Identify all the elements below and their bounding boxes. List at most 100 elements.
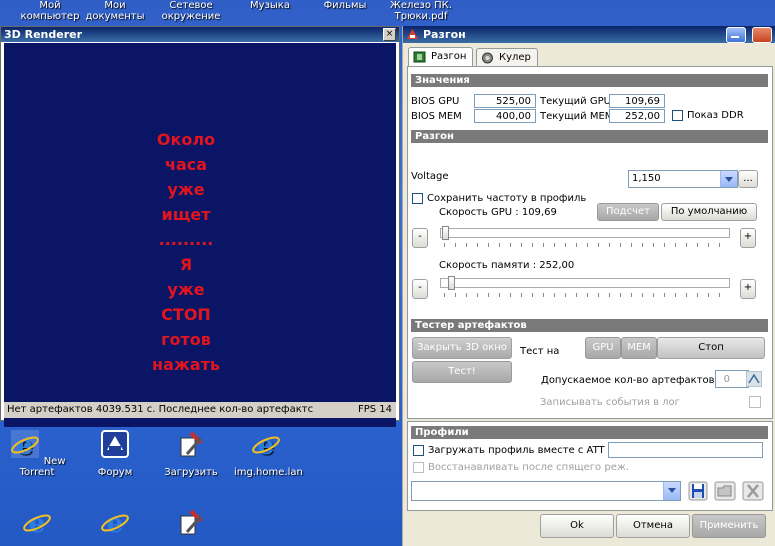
desktop-icon-img-home[interactable]: e img.home.lan (234, 428, 303, 478)
fan-icon (482, 52, 493, 64)
mem-slider-thumb[interactable] (447, 276, 455, 290)
overclock-title: Разгон (423, 28, 466, 41)
show-ddr-checkbox[interactable] (672, 110, 683, 121)
close-button[interactable] (752, 27, 772, 43)
save-freq-label: Сохранить частоту в профиль (427, 193, 587, 204)
gpu-test-button[interactable]: GPU (585, 337, 621, 359)
current-gpu-value[interactable]: 109,69 (609, 94, 665, 108)
tab-cooler[interactable]: Кулер (476, 48, 538, 67)
ok-button[interactable]: Ok (540, 514, 614, 538)
message-line: СТОП (161, 305, 211, 324)
desktop-icon-label: Фильмы (323, 0, 367, 11)
svg-text:e: e (107, 509, 124, 538)
default-button[interactable]: По умолчанию (661, 203, 757, 221)
message-line: часа (164, 155, 208, 174)
message-line: ......... (158, 230, 214, 249)
profile-select[interactable] (411, 481, 681, 501)
mem-speed-label: Скорость памяти : 252,00 (439, 260, 575, 271)
mem-minus-button[interactable]: - (412, 279, 428, 299)
allowed-artifacts-input[interactable]: 0 (715, 370, 749, 388)
desktop-icon-label: Железо ПК. Трюки.pdf (390, 0, 452, 22)
desktop-icon-network[interactable]: Сетевое окружение (158, 0, 224, 22)
bios-gpu-value[interactable]: 525,00 (474, 94, 536, 108)
desktop-icon-upload[interactable]: Загрузить (159, 428, 223, 478)
values-header: Значения (411, 74, 768, 87)
ie-icon: e (10, 430, 39, 461)
desktop-icon-label: Форум (97, 467, 133, 478)
voltage-value: 1,150 (632, 173, 661, 184)
renderer-status-bar: Нет артефактов 4039.531 с. Последнее кол… (4, 402, 396, 418)
desktop-icon-movies[interactable]: Фильмы (315, 0, 375, 11)
mem-slider-track[interactable] (440, 278, 730, 288)
desktop-icon-my-computer[interactable]: Мой компьютер (20, 0, 80, 22)
restore-label: Восстанавливать после спящего реж. (428, 462, 630, 473)
profiles-header: Профили (411, 426, 768, 439)
desktop-icon-new-torrent[interactable]: e New Torrent (5, 428, 69, 478)
load-profile-input[interactable] (608, 442, 763, 458)
render-message: Около часа уже ищет ......... Я уже СТОП… (4, 127, 368, 377)
load-profile-checkbox[interactable] (413, 445, 424, 456)
close-3d-button[interactable]: Закрыть 3D окно (412, 337, 512, 359)
current-mem-value[interactable]: 252,00 (609, 109, 665, 123)
allowed-artifacts-label: Допускаемое кол-во артефактов (541, 375, 715, 386)
render-canvas: Около часа уже ищет ......... Я уже СТОП… (4, 43, 396, 427)
ati-icon (407, 29, 418, 39)
chevron-down-icon (663, 482, 680, 500)
spinner-icon[interactable] (746, 371, 762, 387)
overclock-panel: Значения BIOS GPU 525,00 BIOS MEM 400,00… (407, 66, 773, 419)
tab-overclock[interactable]: Разгон (408, 47, 474, 67)
forum-icon (101, 430, 129, 458)
restore-checkbox[interactable] (413, 462, 424, 473)
ie-icon[interactable]: e (99, 506, 131, 538)
gpu-speed-label: Скорость GPU : 109,69 (439, 207, 557, 218)
close-icon[interactable]: × (383, 28, 396, 41)
ie-icon[interactable]: e (21, 506, 53, 538)
mem-plus-button[interactable]: + (740, 279, 756, 299)
message-line: ищет (161, 205, 211, 224)
svg-text:e: e (16, 431, 33, 460)
desktop-icon-pdf[interactable]: Железо ПК. Трюки.pdf (385, 0, 457, 22)
bios-gpu-label: BIOS GPU (411, 96, 460, 107)
bios-mem-value[interactable]: 400,00 (474, 109, 536, 123)
test-button[interactable]: Тест! (412, 361, 512, 383)
stop-button[interactable]: Стоп (657, 337, 765, 359)
svg-text:e: e (29, 509, 46, 538)
message-line: уже (167, 280, 205, 299)
voltage-label: Voltage (411, 171, 449, 182)
gpu-slider-track[interactable] (440, 228, 730, 238)
voltage-select[interactable]: 1,150 (628, 170, 738, 188)
open-folder-icon[interactable] (714, 481, 736, 501)
current-mem-label: Текущий MEM (540, 111, 614, 122)
delete-icon[interactable] (742, 481, 764, 501)
log-events-label: Записывать события в лог (540, 397, 680, 408)
desktop-icon-label: Сетевое окружение (161, 0, 221, 22)
save-icon[interactable] (688, 481, 708, 501)
save-freq-checkbox[interactable] (412, 193, 423, 204)
current-gpu-label: Текущий GPU (540, 96, 611, 107)
log-events-checkbox[interactable] (749, 396, 761, 408)
chip-icon (413, 51, 426, 63)
renderer-title: 3D Renderer (1, 27, 399, 42)
gpu-minus-button[interactable]: - (412, 228, 428, 248)
download-icon[interactable] (175, 506, 207, 538)
tab-label: Кулер (499, 52, 531, 63)
apply-button[interactable]: Применить (692, 514, 766, 538)
bios-mem-label: BIOS MEM (411, 111, 462, 122)
desktop-icon-forum[interactable]: Форум (83, 428, 147, 478)
gpu-slider-thumb[interactable] (442, 226, 449, 240)
mem-test-button[interactable]: MEM (621, 337, 657, 359)
gpu-plus-button[interactable]: + (740, 228, 756, 248)
desktop-icon-label: Мой компьютер (20, 0, 80, 22)
voltage-more-button[interactable]: ... (738, 170, 758, 188)
status-text: Нет артефактов 4039.531 с. Последнее кол… (7, 404, 314, 415)
chevron-down-icon (720, 171, 737, 187)
cancel-button[interactable]: Отмена (616, 514, 690, 538)
desktop-icon-music[interactable]: Музыка (240, 0, 300, 11)
minimize-button[interactable] (726, 27, 746, 43)
calc-button[interactable]: Подсчет (597, 203, 659, 221)
mem-slider-ticks (444, 293, 728, 297)
desktop-icon-my-documents[interactable]: Мои документы (85, 0, 145, 22)
message-line: Около (156, 130, 216, 149)
overclock-title-bar: Разгон (403, 26, 775, 43)
ie-icon: e (252, 431, 280, 461)
